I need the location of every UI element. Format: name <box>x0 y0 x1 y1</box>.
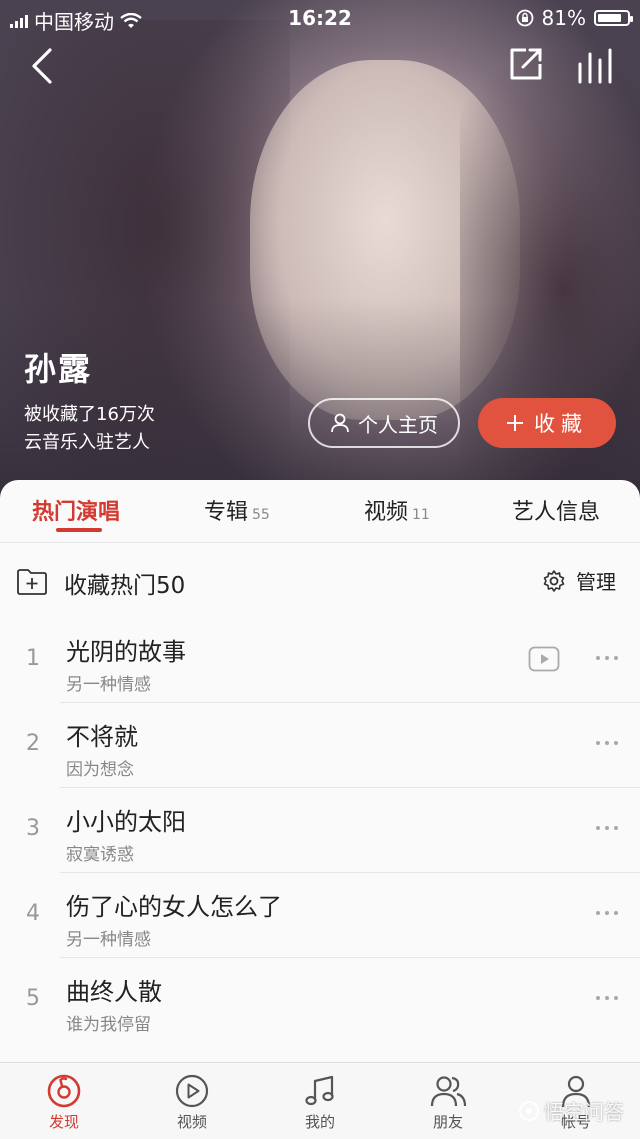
more-options-icon[interactable] <box>596 656 618 660</box>
song-index: 1 <box>26 646 40 671</box>
artist-home-label: 个人主页 <box>358 412 438 437</box>
song-title: 光阴的故事 <box>66 638 186 666</box>
nav-mine[interactable]: 我的 <box>270 1071 370 1132</box>
gear-icon <box>543 569 565 592</box>
wukong-logo-icon <box>519 1100 539 1121</box>
manage-label: 管理 <box>576 570 616 594</box>
status-bar: 中国移动 16:22 81% <box>0 0 640 34</box>
song-index: 3 <box>26 816 40 841</box>
more-options-icon[interactable] <box>596 996 618 1000</box>
battery-icon <box>594 10 633 26</box>
share-button[interactable] <box>506 44 546 84</box>
watermark-text: 悟空问答 <box>544 1100 624 1124</box>
song-row[interactable]: 2 不将就 因为想念 <box>0 703 640 788</box>
playing-bars-button[interactable] <box>576 46 616 86</box>
video-icon <box>175 1074 209 1108</box>
song-title: 小小的太阳 <box>66 808 186 836</box>
favorite-label: 收藏 <box>534 412 588 436</box>
mv-play-icon[interactable] <box>528 646 560 672</box>
song-index: 5 <box>26 986 40 1011</box>
song-row[interactable]: 3 小小的太阳 寂寞诱惑 <box>0 788 640 873</box>
nav-label: 视频 <box>176 1113 207 1131</box>
song-album: 谁为我停留 <box>66 1015 151 1035</box>
follower-count: 被收藏了16万次 <box>24 404 155 425</box>
folder-add-icon <box>17 569 47 595</box>
tab-label: 专辑 <box>204 500 249 525</box>
tab-count: 11 <box>412 507 430 523</box>
rotation-lock-icon <box>516 9 533 27</box>
netease-logo-icon <box>47 1074 81 1108</box>
music-note-icon <box>305 1075 334 1106</box>
nav-discover[interactable]: 发现 <box>14 1071 114 1132</box>
tab-active-indicator <box>56 528 102 532</box>
song-album: 因为想念 <box>66 760 134 780</box>
nav-label: 发现 <box>48 1113 79 1131</box>
tab-videos[interactable]: 视频 11 <box>364 494 430 526</box>
song-row[interactable]: 4 伤了心的女人怎么了 另一种情感 <box>0 873 640 958</box>
song-title: 不将就 <box>66 723 138 751</box>
nav-label: 我的 <box>304 1113 335 1131</box>
tab-artist-info[interactable]: 艺人信息 <box>512 494 600 526</box>
content-panel: 热门演唱 专辑 55 视频 11 艺人信息 收藏热门50 管理 1 光阴的故事 另一 <box>0 480 640 1070</box>
collect-top50-row[interactable]: 收藏热门50 管理 <box>0 542 640 618</box>
watermark: 悟空问答 <box>518 1096 624 1125</box>
song-index: 4 <box>26 901 40 926</box>
song-row[interactable]: 5 曲终人散 谁为我停留 <box>0 958 640 1043</box>
back-button[interactable] <box>24 44 64 88</box>
favorite-button[interactable]: 收藏 <box>478 398 616 448</box>
person-outline-icon <box>331 413 349 433</box>
nav-friends[interactable]: 朋友 <box>398 1071 498 1132</box>
plus-icon <box>507 415 523 431</box>
song-album: 另一种情感 <box>66 675 151 695</box>
tab-count: 55 <box>252 507 270 523</box>
song-index: 2 <box>26 731 40 756</box>
song-album: 寂寞诱惑 <box>66 845 134 865</box>
verified-label: 云音乐入驻艺人 <box>24 432 150 453</box>
more-options-icon[interactable] <box>596 911 618 915</box>
tab-bar: 热门演唱 专辑 55 视频 11 艺人信息 <box>0 480 640 543</box>
collect-top50-label: 收藏热门50 <box>64 573 186 599</box>
tab-albums[interactable]: 专辑 55 <box>204 494 270 526</box>
more-options-icon[interactable] <box>596 741 618 745</box>
battery-fill <box>598 14 621 22</box>
tab-label: 艺人信息 <box>512 500 601 525</box>
battery-percent: 81% <box>541 6 586 30</box>
nav-label: 朋友 <box>432 1113 463 1131</box>
more-options-icon[interactable] <box>596 826 618 830</box>
artist-home-button[interactable]: 个人主页 <box>308 398 460 448</box>
nav-video[interactable]: 视频 <box>142 1071 242 1132</box>
friends-icon <box>430 1076 467 1107</box>
song-album: 另一种情感 <box>66 930 151 950</box>
song-title: 伤了心的女人怎么了 <box>66 893 282 921</box>
manage-button[interactable]: 管理 <box>542 566 616 595</box>
tab-hot-songs[interactable]: 热门演唱 <box>32 494 120 526</box>
tab-label: 热门演唱 <box>32 500 121 525</box>
tab-label: 视频 <box>364 500 409 525</box>
song-row[interactable]: 1 光阴的故事 另一种情感 <box>0 618 640 703</box>
song-title: 曲终人散 <box>66 978 162 1006</box>
artist-name: 孙露 <box>24 350 93 388</box>
